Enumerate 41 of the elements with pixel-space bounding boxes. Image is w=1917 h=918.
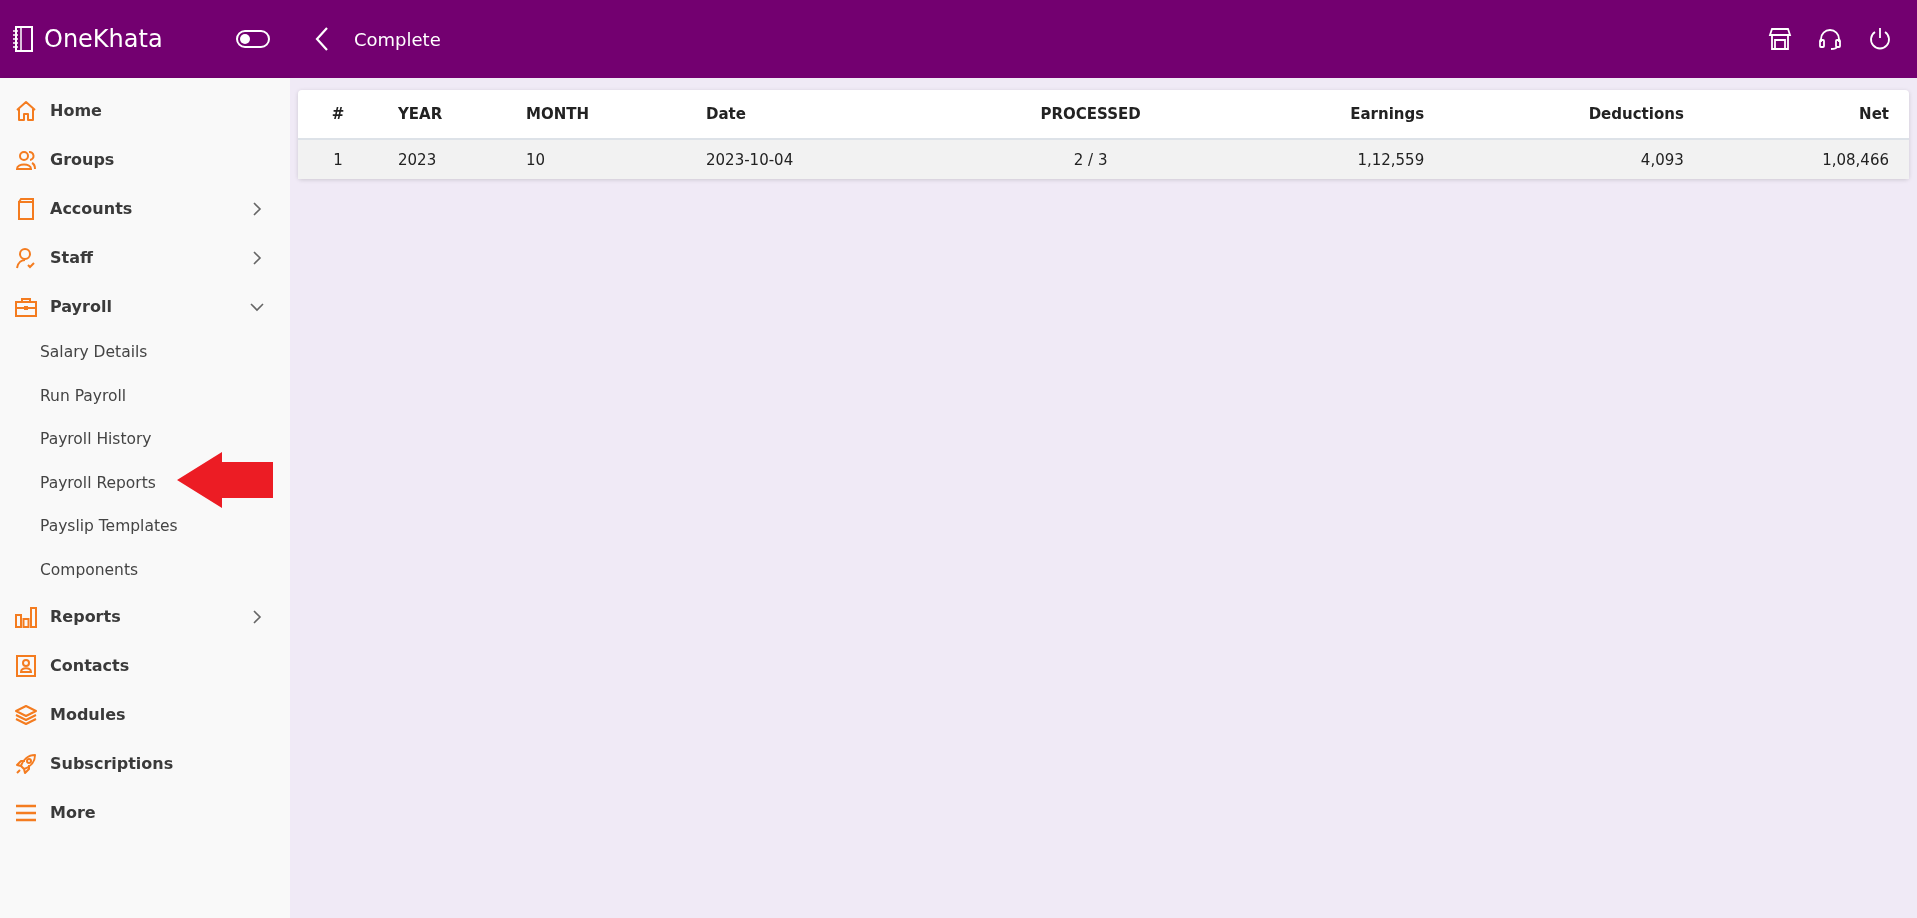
sidebar-item[interactable]: Staff bbox=[0, 233, 290, 282]
rocket-icon bbox=[14, 751, 38, 776]
table-cell: 2 / 3 bbox=[956, 139, 1226, 179]
pointer-arrow-icon bbox=[177, 452, 273, 508]
layers-icon bbox=[14, 702, 38, 727]
sidebar-item[interactable]: Home bbox=[0, 86, 290, 135]
headset-icon[interactable] bbox=[1817, 26, 1843, 52]
chevron-icon bbox=[250, 609, 264, 624]
sidebar-item[interactable]: Accounts bbox=[0, 184, 290, 233]
sidebar-item[interactable]: Modules bbox=[0, 690, 290, 739]
theme-toggle[interactable] bbox=[236, 30, 270, 48]
table-cell: 1,08,466 bbox=[1703, 139, 1909, 179]
app-name: OneKhata bbox=[44, 25, 164, 53]
home-icon bbox=[14, 98, 38, 123]
submenu-item[interactable]: Salary Details bbox=[0, 331, 290, 375]
chevron-icon bbox=[250, 250, 264, 265]
chevron-icon bbox=[250, 201, 264, 216]
submenu-item[interactable]: Payslip Templates bbox=[0, 505, 290, 549]
page-title: Complete bbox=[354, 28, 442, 50]
submenu-item[interactable]: Payroll Reports bbox=[0, 461, 290, 505]
person-check-icon bbox=[14, 245, 38, 270]
table-cell: 1 bbox=[298, 139, 378, 179]
sidebar-item[interactable]: Reports bbox=[0, 592, 290, 641]
contact-card-icon bbox=[14, 653, 38, 678]
table-cell: 1,12,559 bbox=[1225, 139, 1445, 179]
table-cell: 2023-10-04 bbox=[686, 139, 956, 179]
notebook-icon bbox=[12, 25, 34, 53]
sidebar-item[interactable]: Contacts bbox=[0, 641, 290, 690]
store-icon[interactable] bbox=[1767, 26, 1793, 52]
sidebar-item[interactable]: Payroll bbox=[0, 282, 290, 331]
sidebar-item[interactable]: Subscriptions bbox=[0, 739, 290, 788]
table-cell: 10 bbox=[506, 139, 686, 179]
sidebar-item[interactable]: More bbox=[0, 788, 290, 837]
bar-chart-icon bbox=[14, 604, 38, 629]
sidebar-item[interactable]: Groups bbox=[0, 135, 290, 184]
submenu-item[interactable]: Components bbox=[0, 548, 290, 592]
table-cell: 2023 bbox=[378, 139, 506, 179]
table-cell: 4,093 bbox=[1444, 139, 1704, 179]
power-icon[interactable] bbox=[1867, 26, 1893, 52]
submenu-item[interactable]: Run Payroll bbox=[0, 374, 290, 418]
submenu-item[interactable]: Payroll History bbox=[0, 418, 290, 462]
